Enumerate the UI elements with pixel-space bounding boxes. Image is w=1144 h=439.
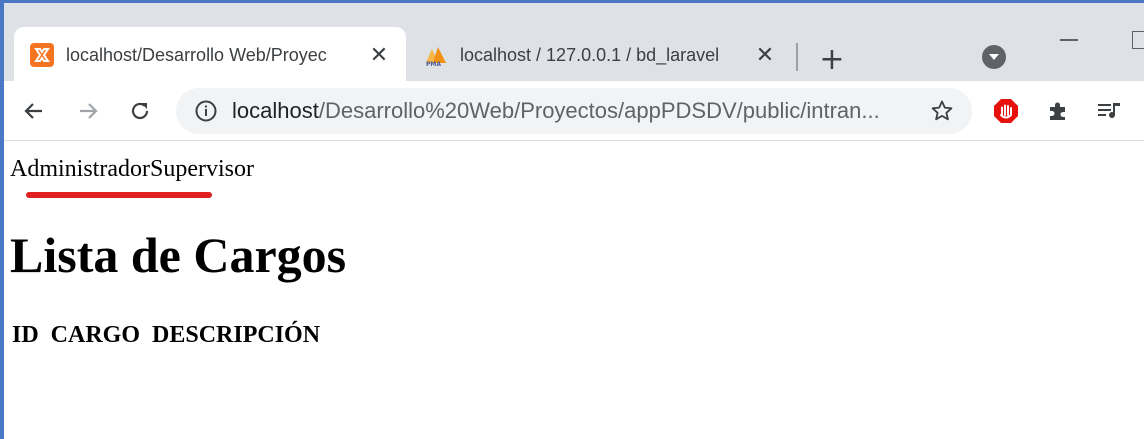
tab-phpmyadmin[interactable]: PMA localhost / 127.0.0.1 / bd_laravel ✕ — [408, 27, 792, 83]
maximize-window-icon[interactable] — [1132, 31, 1144, 49]
star-outline-icon — [931, 100, 953, 121]
page-title: Lista de Cargos — [10, 227, 347, 283]
back-button[interactable] — [18, 95, 50, 127]
arrow-right-icon — [80, 103, 98, 119]
forward-button[interactable] — [72, 95, 104, 127]
puzzle-icon — [1050, 102, 1065, 120]
phpmyadmin-icon: PMA — [426, 47, 446, 67]
window-frame-left — [0, 0, 4, 439]
info-icon[interactable] — [194, 99, 218, 123]
media-queue-icon[interactable] — [1096, 97, 1124, 125]
playlist-music-icon — [1098, 103, 1120, 119]
svg-text:PMA: PMA — [426, 61, 441, 67]
close-tab-icon[interactable]: ✕ — [364, 40, 394, 70]
reload-icon — [131, 102, 149, 120]
address-url[interactable]: localhost/Desarrollo%20Web/Proyectos/app… — [232, 98, 928, 124]
xampp-icon — [30, 43, 54, 67]
new-tab-button[interactable]: + — [814, 41, 850, 77]
table-header-id: ID — [12, 322, 39, 348]
page-content: AdministradorSupervisor Lista de Cargos … — [4, 142, 1144, 439]
minimize-window-icon[interactable] — [1060, 39, 1078, 41]
browser-toolbar: localhost/Desarrollo%20Web/Proyectos/app… — [4, 81, 1144, 141]
table-header-cargo: CARGO — [50, 322, 141, 348]
stop-hand-icon — [994, 99, 1018, 123]
address-bar[interactable]: localhost/Desarrollo%20Web/Proyectos/app… — [176, 88, 972, 134]
adblock-extension-icon[interactable] — [992, 97, 1020, 125]
extensions-puzzle-icon[interactable] — [1044, 97, 1072, 125]
reload-button[interactable] — [124, 95, 156, 127]
tab-title: localhost/Desarrollo Web/Proyec — [66, 44, 327, 65]
tab-title: localhost / 127.0.0.1 / bd_laravel — [460, 44, 720, 65]
tab-separator — [796, 43, 798, 71]
url-path: /Desarrollo%20Web/Proyectos/appPDSDV/pub… — [318, 98, 880, 123]
profile-menu-icon[interactable] — [982, 45, 1006, 69]
role-administrador: Administrador — [10, 156, 150, 182]
bookmark-star-icon[interactable] — [928, 97, 956, 125]
table-header-row: ID CARGO DESCRIPCIÓN — [12, 322, 320, 349]
table-header-descripcion: DESCRIPCIÓN — [152, 322, 321, 348]
arrow-left-icon — [24, 103, 42, 119]
close-tab-icon[interactable]: ✕ — [750, 40, 780, 70]
url-host: localhost — [232, 98, 319, 123]
role-supervisor: Supervisor — [149, 156, 254, 182]
annotation-underline — [26, 192, 212, 198]
tab-strip: localhost/Desarrollo Web/Proyec ✕ PMA lo… — [4, 3, 1144, 83]
chevron-down-icon — [989, 54, 999, 60]
tab-desarrollo-web[interactable]: localhost/Desarrollo Web/Proyec ✕ — [14, 27, 406, 83]
roles-line: AdministradorSupervisor — [10, 156, 254, 183]
